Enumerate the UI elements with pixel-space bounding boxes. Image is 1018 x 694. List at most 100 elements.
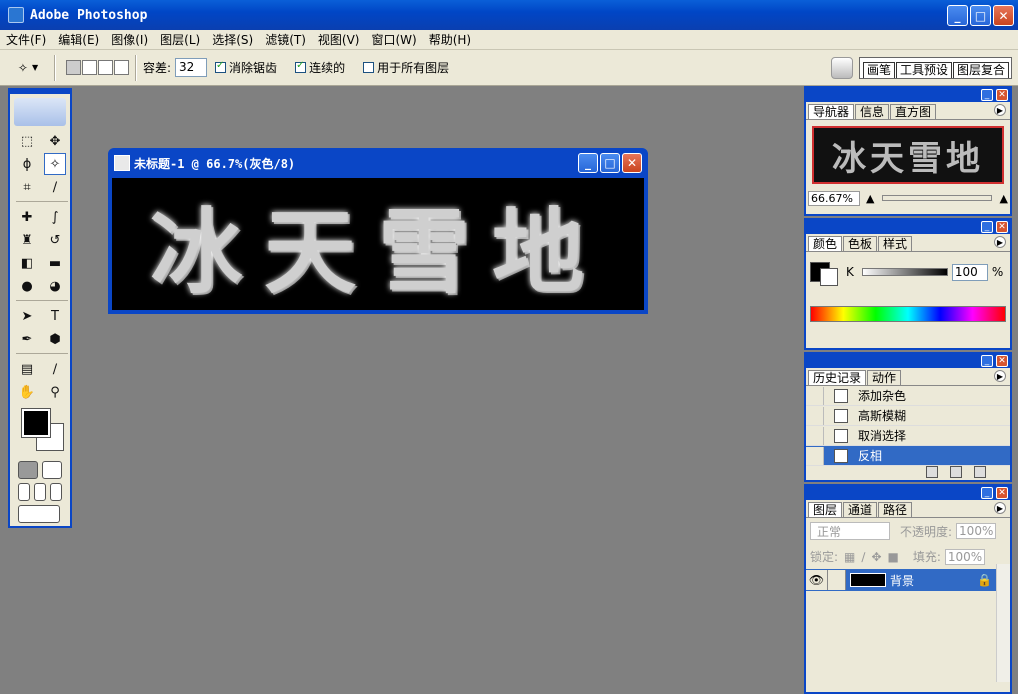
menu-window[interactable]: 窗口(W) [371, 31, 416, 48]
layer-row-background[interactable]: 👁 背景 🔒 [806, 569, 1010, 591]
path-select-icon[interactable]: ➤ [16, 305, 38, 327]
tab-swatches[interactable]: 色板 [843, 236, 878, 251]
panel-menu-icon[interactable]: ▶ [994, 370, 1006, 382]
panel-close-icon[interactable]: ✕ [996, 355, 1008, 367]
magic-wand-tool-icon[interactable]: ✧ [44, 153, 66, 175]
contiguous-checkbox[interactable] [295, 60, 307, 73]
screen-mode-full-menu-icon[interactable] [34, 483, 46, 501]
menu-select[interactable]: 选择(S) [212, 31, 253, 48]
tab-info[interactable]: 信息 [855, 104, 890, 119]
color-spectrum[interactable] [810, 306, 1006, 322]
menu-filter[interactable]: 滤镜(T) [265, 31, 306, 48]
foreground-color[interactable] [21, 408, 51, 438]
layers-scrollbar[interactable] [996, 564, 1010, 682]
lock-brush-icon[interactable]: ∕ [861, 550, 865, 564]
doc-close-button[interactable]: ✕ [622, 153, 642, 173]
close-button[interactable]: ✕ [993, 5, 1014, 26]
shape-tool-icon[interactable]: ⬢ [44, 328, 66, 350]
notes-tool-icon[interactable]: ▤ [16, 358, 38, 380]
jump-to-imageready-icon[interactable] [18, 505, 60, 523]
tab-layers[interactable]: 图层 [808, 502, 843, 517]
eyedropper-icon[interactable]: ∕ [44, 358, 66, 380]
lock-move-icon[interactable]: ✥ [871, 550, 881, 564]
fill-input[interactable]: 100% [944, 548, 986, 565]
lock-all-icon[interactable]: ■ [888, 550, 899, 564]
tab-paths[interactable]: 路径 [878, 502, 913, 517]
tool-preset-picker[interactable]: ✧ ▼ [8, 61, 48, 75]
history-item[interactable]: 高斯模糊 [806, 406, 1010, 426]
well-tab-layer-comps[interactable]: 图层复合 [952, 62, 1009, 78]
healing-brush-icon[interactable]: ✚ [16, 206, 38, 228]
trash-icon[interactable] [974, 466, 986, 478]
type-tool-icon[interactable]: T [44, 305, 66, 327]
quick-mask-icon[interactable] [42, 461, 62, 479]
all-layers-checkbox[interactable] [363, 62, 375, 73]
intersect-selection-icon[interactable] [114, 60, 129, 75]
dodge-tool-icon[interactable]: ◕ [44, 275, 66, 297]
tab-color[interactable]: 颜色 [808, 236, 843, 251]
snapshot-icon[interactable] [950, 466, 962, 478]
menu-help[interactable]: 帮助(H) [429, 31, 471, 48]
clone-stamp-icon[interactable]: ♜ [16, 229, 38, 251]
eye-icon[interactable]: 👁 [806, 570, 828, 590]
lasso-tool-icon[interactable]: ϕ [16, 153, 38, 175]
blend-mode-select[interactable]: 正常 [810, 522, 890, 540]
panel-minimize-icon[interactable]: _ [981, 355, 993, 367]
opacity-input[interactable]: 100% [956, 523, 997, 539]
panel-close-icon[interactable]: ✕ [996, 221, 1008, 233]
adobe-feather-icon[interactable] [14, 98, 66, 126]
slice-tool-icon[interactable]: ∕ [44, 176, 66, 198]
screen-mode-standard-icon[interactable] [18, 483, 30, 501]
subtract-selection-icon[interactable] [98, 60, 113, 75]
tab-channels[interactable]: 通道 [843, 502, 878, 517]
tab-history[interactable]: 历史记录 [808, 370, 867, 385]
panel-minimize-icon[interactable]: _ [981, 221, 993, 233]
panel-close-icon[interactable]: ✕ [996, 487, 1008, 499]
history-item[interactable]: 取消选择 [806, 426, 1010, 446]
eraser-tool-icon[interactable]: ◧ [16, 252, 38, 274]
navigator-thumbnail[interactable]: 冰天雪地 [812, 126, 1004, 184]
new-document-icon[interactable] [926, 466, 938, 478]
doc-minimize-button[interactable]: _ [578, 153, 598, 173]
history-item[interactable]: 添加杂色 [806, 386, 1010, 406]
panel-minimize-icon[interactable]: _ [981, 487, 993, 499]
tab-actions[interactable]: 动作 [867, 370, 902, 385]
color-background-swatch[interactable] [820, 268, 838, 286]
k-slider[interactable] [861, 268, 948, 276]
tolerance-input[interactable]: 32 [175, 58, 208, 77]
zoom-out-icon[interactable]: ▲ [866, 192, 874, 205]
panel-minimize-icon[interactable]: _ [981, 89, 993, 101]
history-brush-icon[interactable]: ↺ [44, 229, 66, 251]
maximize-button[interactable]: □ [970, 5, 991, 26]
panel-menu-icon[interactable]: ▶ [994, 502, 1006, 514]
menu-image[interactable]: 图像(I) [111, 31, 148, 48]
zoom-slider[interactable] [882, 195, 992, 201]
gradient-tool-icon[interactable]: ▬ [44, 252, 66, 274]
blur-tool-icon[interactable]: ● [16, 275, 38, 297]
crop-tool-icon[interactable]: ⌗ [16, 176, 38, 198]
k-value-input[interactable]: 100 [951, 263, 988, 281]
marquee-tool-icon[interactable]: ⬚ [16, 130, 38, 152]
antialias-checkbox[interactable] [215, 60, 227, 73]
new-selection-icon[interactable] [66, 60, 81, 75]
zoom-in-icon[interactable]: ▲ [1000, 192, 1008, 205]
brush-tool-icon[interactable]: ∫ [44, 206, 66, 228]
menu-edit[interactable]: 编辑(E) [58, 31, 99, 48]
canvas[interactable]: 冰天雪地 [112, 178, 644, 310]
panel-close-icon[interactable]: ✕ [996, 89, 1008, 101]
menu-view[interactable]: 视图(V) [318, 31, 360, 48]
add-selection-icon[interactable] [82, 60, 97, 75]
well-tab-tool-presets[interactable]: 工具预设 [895, 62, 952, 78]
layer-brush-icon[interactable] [828, 570, 846, 590]
minimize-button[interactable]: _ [947, 5, 968, 26]
file-browser-icon[interactable] [830, 57, 853, 79]
tab-styles[interactable]: 样式 [878, 236, 913, 251]
zoom-tool-icon[interactable]: ⚲ [44, 381, 66, 403]
move-tool-icon[interactable]: ✥ [44, 130, 66, 152]
tab-navigator[interactable]: 导航器 [808, 104, 855, 119]
panel-menu-icon[interactable]: ▶ [994, 104, 1006, 116]
screen-mode-full-icon[interactable] [50, 483, 62, 501]
panel-menu-icon[interactable]: ▶ [994, 236, 1006, 248]
pen-tool-icon[interactable]: ✒ [16, 328, 38, 350]
menu-layer[interactable]: 图层(L) [160, 31, 200, 48]
